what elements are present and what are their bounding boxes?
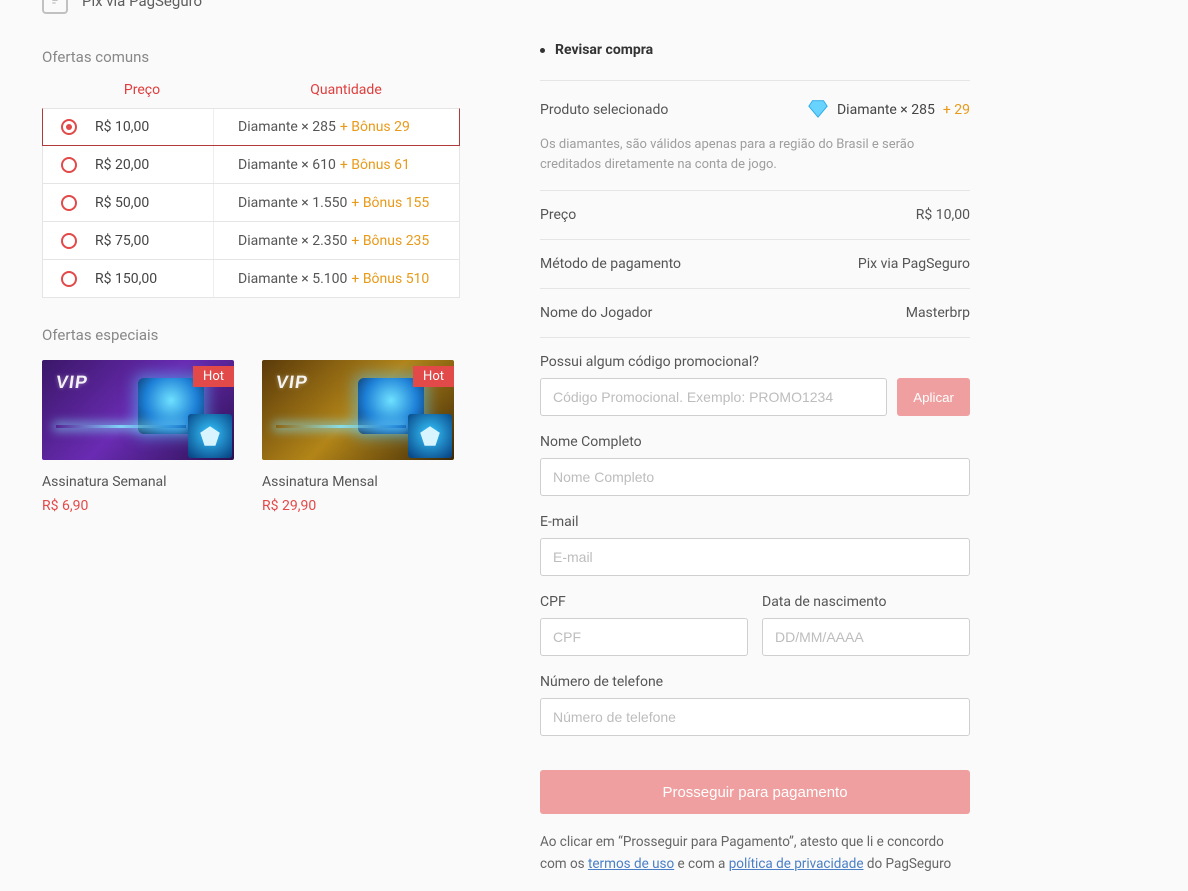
offers-table-header: Preço Quantidade: [42, 82, 460, 108]
special-offers-title: Ofertas especiais: [42, 326, 460, 344]
special-offer-card[interactable]: VIP Hot Assinatura Semanal R$ 6,90: [42, 360, 234, 514]
review-title: Revisar compra: [540, 42, 970, 58]
offer-bonus: + Bônus 235: [351, 233, 429, 249]
review-price-block: Preço R$ 10,00: [540, 190, 970, 239]
name-input[interactable]: [540, 458, 970, 496]
email-input[interactable]: [540, 538, 970, 576]
special-offer-name: Assinatura Mensal: [262, 474, 454, 490]
review-product-block: Produto selecionado Diamante × 285 + 29 …: [540, 80, 970, 190]
product-note: Os diamantes, são válidos apenas para a …: [540, 135, 970, 174]
payment-method-header: Pix via PagSeguro: [42, 0, 460, 14]
product-bonus: + 29: [943, 102, 970, 118]
review-player-block: Nome do Jogador Masterbrp: [540, 288, 970, 337]
offer-price: R$ 10,00: [95, 119, 213, 135]
offer-price: R$ 75,00: [95, 233, 213, 249]
special-offer-card[interactable]: VIP Hot Assinatura Mensal R$ 29,90: [262, 360, 454, 514]
currency-badge-icon: [188, 414, 232, 458]
promo-input[interactable]: [540, 378, 887, 416]
email-label: E-mail: [540, 514, 970, 530]
offer-bonus: + Bônus 155: [351, 195, 429, 211]
cpf-label: CPF: [540, 594, 748, 610]
offer-price: R$ 50,00: [95, 195, 213, 211]
phone-label: Número de telefone: [540, 674, 970, 690]
special-offer-price: R$ 6,90: [42, 498, 234, 514]
offer-row[interactable]: R$ 50,00 Diamante × 1.550+ Bônus 155: [42, 184, 460, 222]
radio-icon: [61, 195, 77, 211]
player-label: Nome do Jogador: [540, 305, 652, 321]
dob-label: Data de nascimento: [762, 594, 970, 610]
method-label: Método de pagamento: [540, 256, 681, 272]
payment-method-name: Pix via PagSeguro: [82, 0, 202, 10]
offer-qty: Diamante × 5.100+ Bônus 510: [213, 260, 459, 297]
phone-input[interactable]: [540, 698, 970, 736]
currency-badge-icon: [408, 414, 452, 458]
offer-bonus: + Bônus 29: [340, 119, 410, 135]
player-value: Masterbrp: [906, 305, 970, 321]
product-label: Produto selecionado: [540, 102, 668, 118]
proceed-button[interactable]: Prosseguir para pagamento: [540, 770, 970, 814]
offer-price: R$ 150,00: [95, 271, 213, 287]
method-value: Pix via PagSeguro: [858, 256, 970, 272]
radio-icon: [61, 119, 77, 135]
dob-input[interactable]: [762, 618, 970, 656]
offer-price: R$ 20,00: [95, 157, 213, 173]
offer-row[interactable]: R$ 10,00 Diamante × 285+ Bônus 29: [42, 108, 460, 146]
offers-section-title: Ofertas comuns: [42, 48, 460, 66]
offer-qty: Diamante × 610+ Bônus 61: [213, 146, 459, 183]
name-label: Nome Completo: [540, 434, 970, 450]
offer-row[interactable]: R$ 150,00 Diamante × 5.100+ Bônus 510: [42, 260, 460, 298]
offer-qty: Diamante × 1.550+ Bônus 155: [213, 184, 459, 221]
radio-icon: [61, 157, 77, 173]
product-value: Diamante × 285: [837, 102, 935, 118]
document-icon: [42, 0, 68, 14]
offer-qty: Diamante × 2.350+ Bônus 235: [213, 222, 459, 259]
radio-icon: [61, 233, 77, 249]
offer-row[interactable]: R$ 20,00 Diamante × 610+ Bônus 61: [42, 146, 460, 184]
bullet-icon: [540, 48, 545, 53]
radio-icon: [61, 271, 77, 287]
promo-label: Possui algum código promocional?: [540, 354, 970, 370]
offer-bonus: + Bônus 61: [340, 157, 410, 173]
hot-badge: Hot: [413, 366, 454, 387]
vip-monthly-image: VIP Hot: [262, 360, 454, 460]
terms-text: Ao clicar em “Prosseguir para Pagamento”…: [540, 832, 970, 875]
price-label: Preço: [540, 207, 576, 223]
offer-row[interactable]: R$ 75,00 Diamante × 2.350+ Bônus 235: [42, 222, 460, 260]
privacy-link[interactable]: política de privacidade: [729, 856, 864, 872]
offers-col-qty: Quantidade: [212, 82, 460, 98]
offers-col-price: Preço: [42, 82, 212, 98]
diamond-icon: [807, 97, 829, 123]
vip-weekly-image: VIP Hot: [42, 360, 234, 460]
offer-qty: Diamante × 285+ Bônus 29: [213, 109, 459, 145]
special-offer-price: R$ 29,90: [262, 498, 454, 514]
special-offer-name: Assinatura Semanal: [42, 474, 234, 490]
offer-bonus: + Bônus 510: [351, 271, 429, 287]
hot-badge: Hot: [193, 366, 234, 387]
apply-button[interactable]: Aplicar: [897, 378, 970, 416]
price-value: R$ 10,00: [916, 207, 970, 223]
review-method-block: Método de pagamento Pix via PagSeguro: [540, 239, 970, 288]
terms-link[interactable]: termos de uso: [588, 856, 674, 872]
cpf-input[interactable]: [540, 618, 748, 656]
